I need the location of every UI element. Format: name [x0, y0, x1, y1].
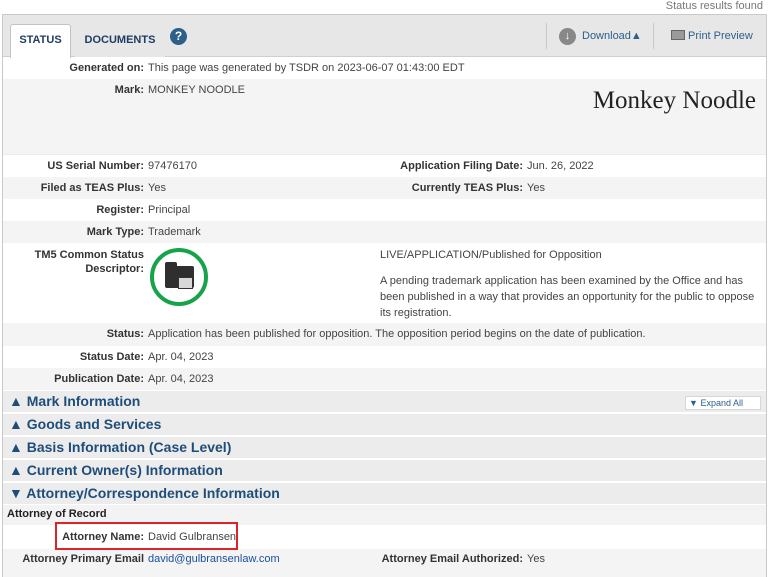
section-attorney-correspondence[interactable]: ▼ Attorney/Correspondence Information: [3, 482, 766, 504]
row-generated-on: Generated on: This page was generated by…: [3, 57, 766, 79]
tm5-description: A pending trademark application has been…: [380, 275, 755, 319]
results-note: Status results found: [665, 0, 763, 12]
row-attorney-email: Attorney Primary Email david@gulbransenl…: [3, 549, 766, 577]
attorney-email-link[interactable]: david@gulbransenlaw.com: [148, 553, 280, 565]
status-date-label: Status Date:: [79, 351, 144, 363]
filing-date-value: Jun. 26, 2022: [527, 160, 594, 172]
collapse-arrow-icon: ▲: [9, 393, 23, 409]
row-mark: Mark: MONKEY NOODLE Monkey Noodle: [3, 79, 766, 154]
collapse-arrow-icon: ▲: [9, 439, 23, 455]
section-owner-label: Current Owner(s) Information: [26, 462, 223, 478]
current-teas-value: Yes: [527, 182, 545, 194]
mark-drawing: Monkey Noodle: [592, 87, 756, 114]
row-status-date: Status Date: Apr. 04, 2023: [3, 346, 766, 368]
generated-on-label: Generated on:: [69, 62, 144, 74]
mark-value: MONKEY NOODLE: [148, 84, 245, 96]
row-serial: US Serial Number: 97476170 Application F…: [3, 154, 766, 177]
section-attorney-title: ▼ Attorney/Correspondence Information: [9, 485, 280, 501]
section-goods-title: ▲ Goods and Services: [9, 416, 161, 432]
attorney-name-highlight-box: [55, 522, 238, 550]
document-icon: [178, 277, 193, 289]
help-icon[interactable]: ?: [170, 28, 187, 45]
section-mark-information-title: ▲ Mark Information: [9, 393, 140, 409]
tsdr-panel: STATUS DOCUMENTS ? ↓ Download▲ Print Prev…: [2, 14, 767, 577]
teas-plus-label: Filed as TEAS Plus:: [40, 182, 144, 194]
download-button[interactable]: ↓ Download▲: [546, 23, 651, 49]
publication-date-value: Apr. 04, 2023: [148, 373, 214, 385]
collapse-arrow-icon: ▲: [9, 416, 23, 432]
print-preview-button[interactable]: Print Preview: [653, 23, 766, 49]
section-mark-information[interactable]: ▲ Mark Information ▼ Expand All: [3, 390, 766, 412]
section-current-owner[interactable]: ▲ Current Owner(s) Information: [3, 459, 766, 481]
tm5-status-icon: [150, 248, 208, 306]
teas-plus-value: Yes: [148, 182, 166, 194]
expand-arrow-icon: ▼: [9, 485, 23, 501]
status-value: Application has been published for oppos…: [148, 328, 646, 340]
section-basis-title: ▲ Basis Information (Case Level): [9, 439, 231, 455]
row-publication-date: Publication Date: Apr. 04, 2023: [3, 368, 766, 390]
section-basis-label: Basis Information (Case Level): [26, 439, 232, 455]
row-register: Register: Principal: [3, 199, 766, 221]
publication-date-label: Publication Date:: [54, 373, 144, 385]
row-status: Status: Application has been published f…: [3, 323, 766, 346]
register-value: Principal: [148, 204, 191, 216]
generated-on-value: This page was generated by TSDR on 2023-…: [148, 62, 465, 74]
mark-type-value: Trademark: [148, 226, 201, 238]
mark-type-label: Mark Type:: [86, 226, 144, 238]
attorney-email-authorized-label: Attorney Email Authorized:: [381, 553, 523, 565]
caret-up-icon: ▲: [630, 30, 642, 42]
expand-all-label: Expand All: [700, 398, 743, 408]
tm5-label: TM5 Common Status Descriptor:: [34, 249, 144, 275]
mark-label: Mark:: [114, 84, 144, 96]
collapse-arrow-icon: ▲: [9, 462, 23, 478]
tab-bar: STATUS DOCUMENTS ? ↓ Download▲ Print Prev…: [3, 15, 766, 58]
expand-all-arrow-icon: ▼: [689, 398, 698, 408]
tab-documents[interactable]: DOCUMENTS: [75, 24, 165, 57]
status-label: Status:: [106, 328, 144, 340]
row-teas: Filed as TEAS Plus: Yes Currently TEAS P…: [3, 177, 766, 199]
filing-date-label: Application Filing Date:: [400, 160, 523, 172]
tm5-status-value: LIVE/APPLICATION/Published for Oppositio…: [380, 249, 602, 261]
serial-value: 97476170: [148, 160, 197, 172]
print-preview-label: Print Preview: [688, 30, 753, 42]
attorney-email-label: Attorney Primary Email: [22, 553, 144, 565]
current-teas-label: Currently TEAS Plus:: [411, 182, 523, 194]
attorney-of-record-label: Attorney of Record: [7, 508, 107, 520]
serial-label: US Serial Number:: [47, 160, 144, 172]
section-basis-information[interactable]: ▲ Basis Information (Case Level): [3, 436, 766, 458]
download-arrow-icon: ↓: [559, 27, 576, 45]
expand-all-button[interactable]: ▼ Expand All: [685, 396, 761, 410]
download-label: Download: [582, 30, 631, 42]
section-mark-information-label: Mark Information: [26, 393, 141, 409]
printer-icon: [671, 30, 685, 41]
section-attorney-label: Attorney/Correspondence Information: [26, 485, 280, 501]
tab-status[interactable]: STATUS: [10, 24, 71, 58]
section-owner-title: ▲ Current Owner(s) Information: [9, 462, 223, 478]
section-goods-and-services[interactable]: ▲ Goods and Services: [3, 413, 766, 435]
register-label: Register:: [96, 204, 144, 216]
row-mark-type: Mark Type: Trademark: [3, 221, 766, 243]
status-date-value: Apr. 04, 2023: [148, 351, 214, 363]
row-tm5: TM5 Common Status Descriptor: LIVE/APPLI…: [3, 243, 766, 323]
attorney-email-authorized-value: Yes: [527, 553, 545, 565]
section-goods-label: Goods and Services: [26, 416, 162, 432]
